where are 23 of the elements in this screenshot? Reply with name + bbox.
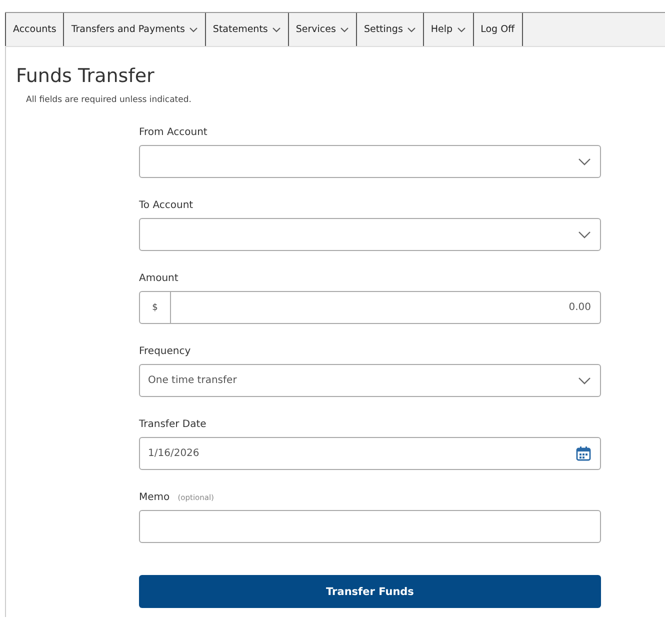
field-value: 1/16/2026 bbox=[148, 448, 200, 459]
date-field[interactable]: 1/16/2026 bbox=[139, 437, 601, 470]
currency-prefix: $ bbox=[139, 291, 171, 324]
field-label: Frequency bbox=[139, 346, 191, 357]
field-label: To Account bbox=[139, 200, 194, 211]
memo-field[interactable] bbox=[139, 510, 601, 543]
field-label: Amount bbox=[139, 273, 178, 284]
transfer-funds-button[interactable]: Transfer Funds bbox=[139, 575, 601, 608]
chevron-down-icon bbox=[578, 230, 591, 238]
dropdown-field[interactable] bbox=[139, 145, 601, 178]
dropdown-field[interactable]: One time transfer bbox=[139, 364, 601, 397]
field-label: Transfer Date bbox=[139, 419, 206, 430]
page-title: Funds Transfer bbox=[16, 64, 156, 87]
chevron-down-icon bbox=[578, 158, 591, 166]
amount-field[interactable]: 0.00 bbox=[171, 291, 601, 324]
field-label: Memo bbox=[139, 492, 170, 503]
dropdown-field[interactable] bbox=[139, 218, 601, 251]
required-note: All fields are required unless indicated. bbox=[26, 95, 192, 105]
menu-item[interactable]: Log Off bbox=[472, 13, 523, 46]
calendar-icon[interactable] bbox=[576, 446, 591, 461]
field-label: From Account bbox=[139, 127, 208, 138]
field-value: One time transfer bbox=[148, 375, 238, 386]
chevron-down-icon bbox=[578, 376, 591, 384]
